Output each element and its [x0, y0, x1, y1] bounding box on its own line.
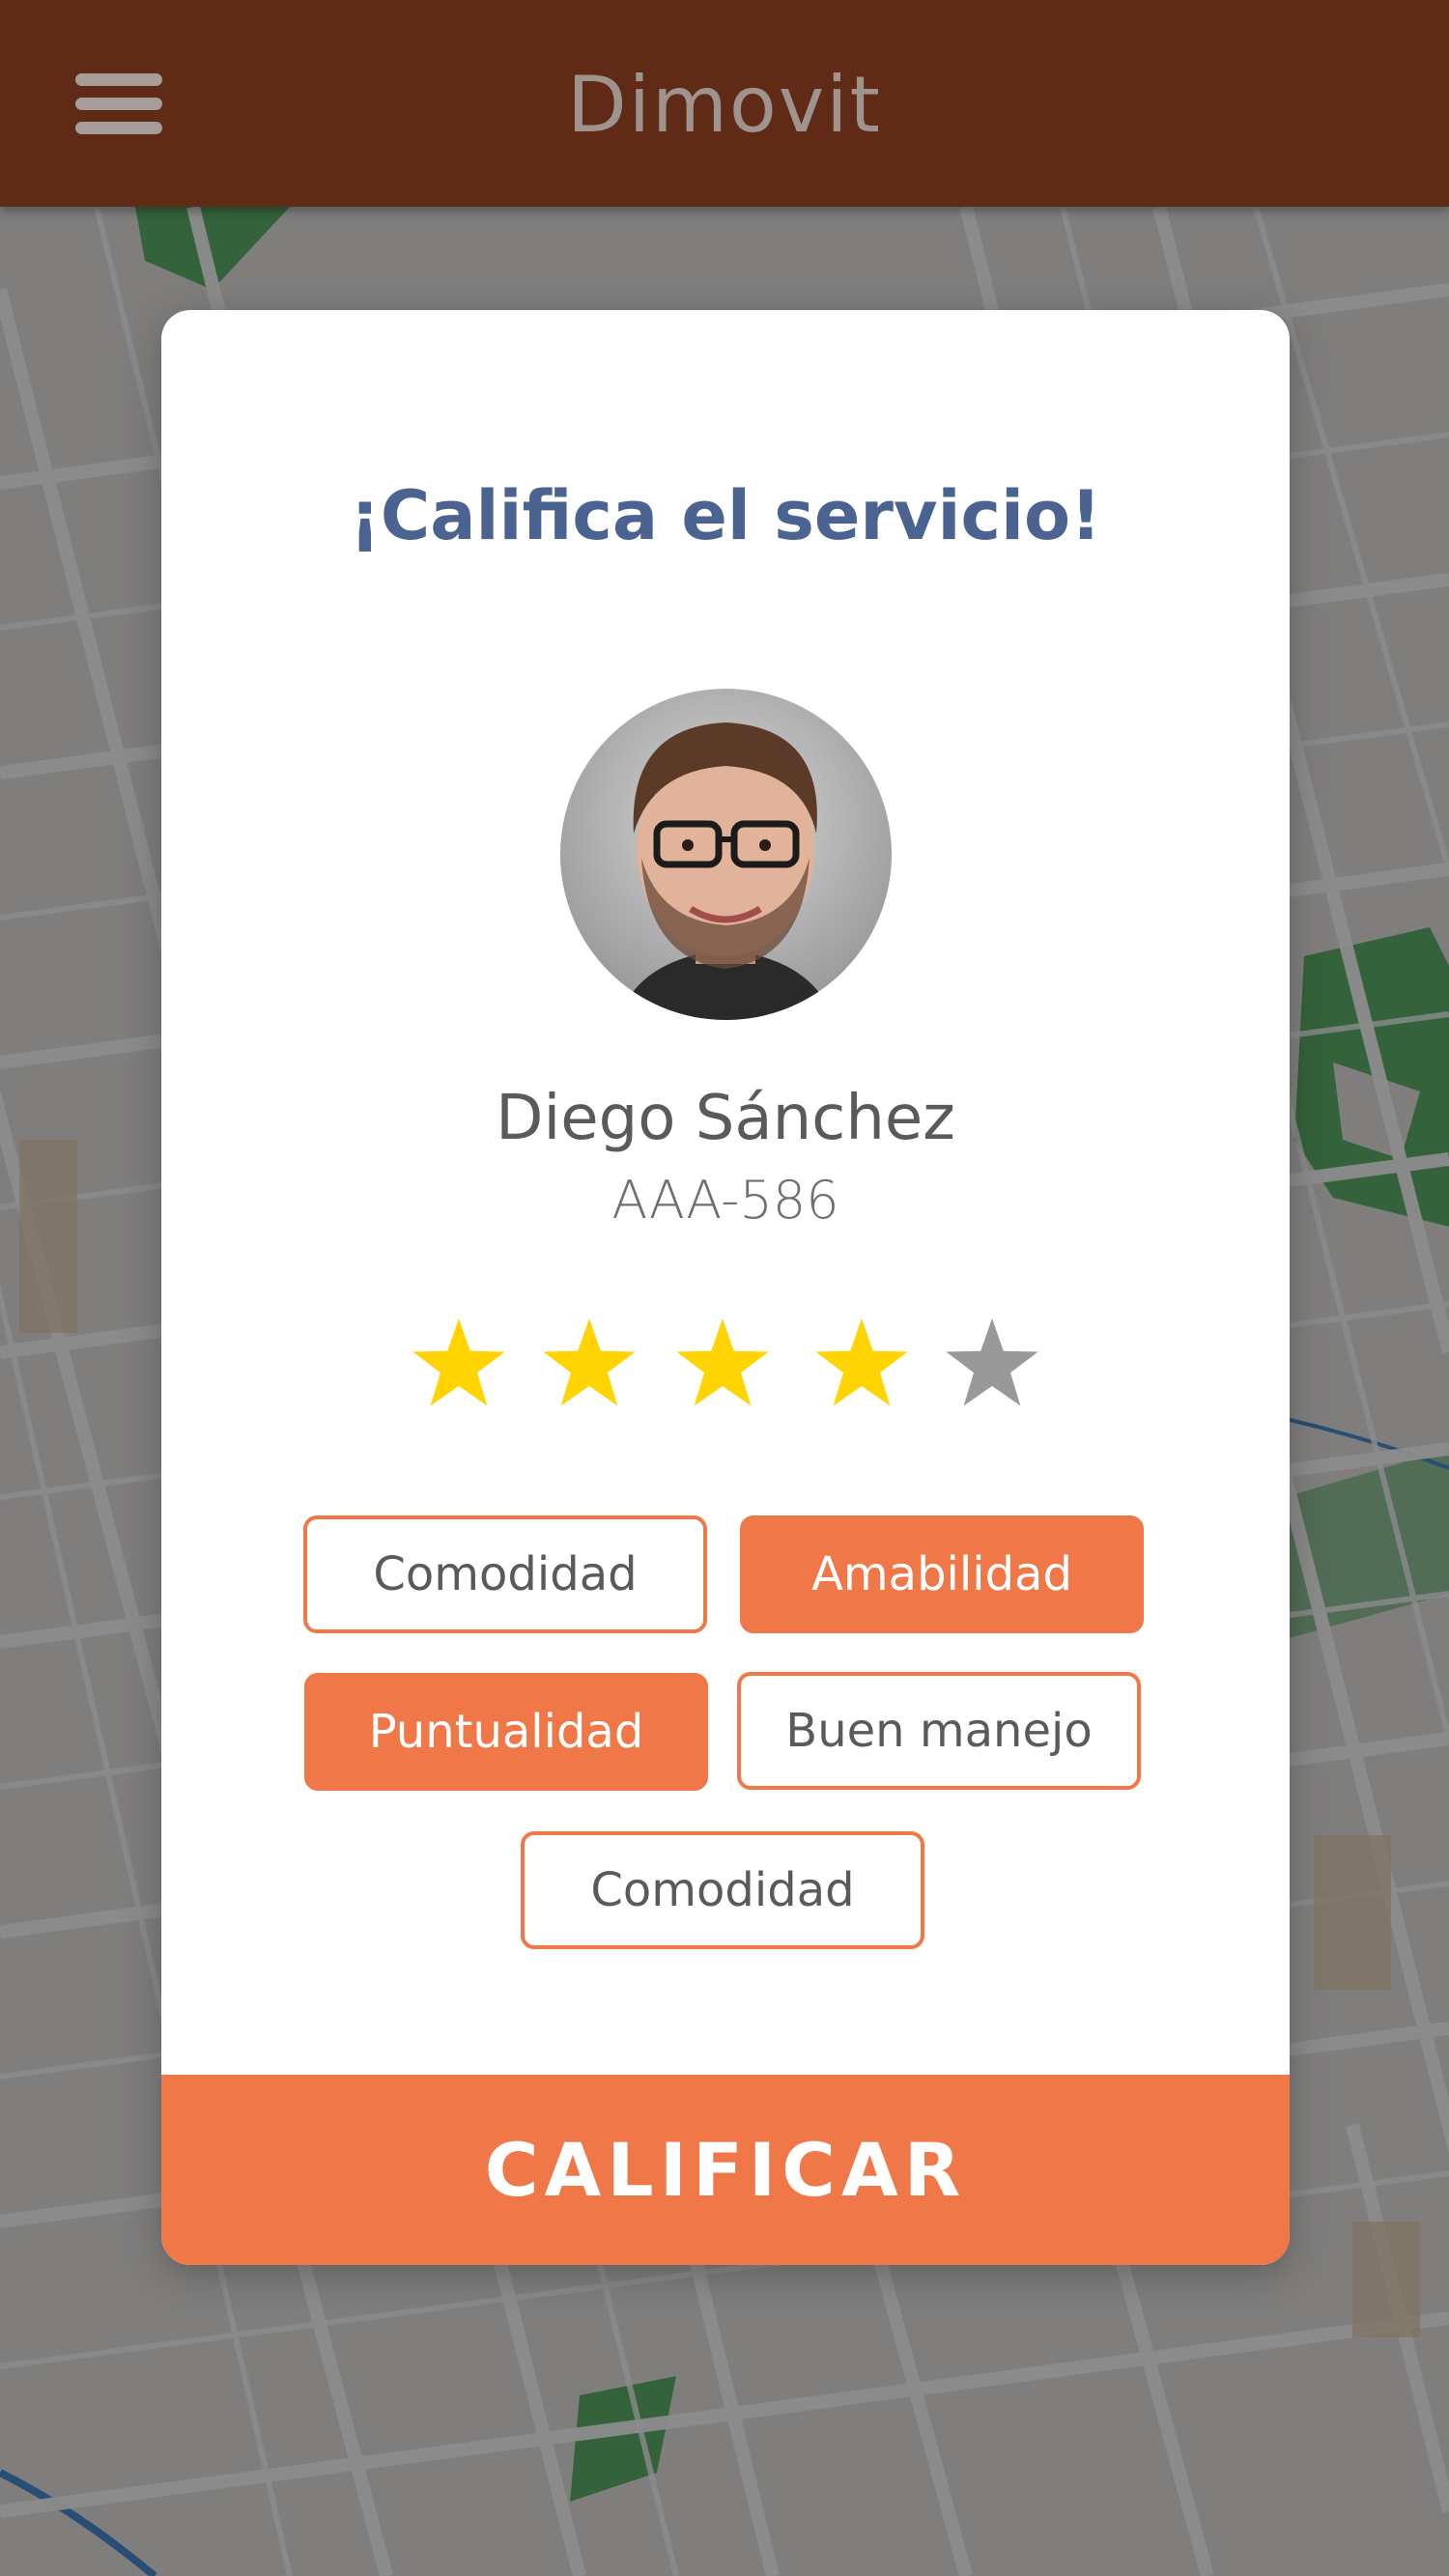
tag-chip-comodidad-2[interactable]: Comodidad: [521, 1831, 924, 1949]
app-screen: Dimovit ¡Califica el servicio! Diego Sán…: [0, 0, 1449, 2576]
driver-avatar: [560, 689, 892, 1020]
tag-chip-comodidad[interactable]: Comodidad: [303, 1515, 707, 1633]
tag-chip-buen-manejo[interactable]: Buen manejo: [737, 1672, 1141, 1790]
star-filled-icon[interactable]: [409, 1315, 509, 1415]
star-filled-icon[interactable]: [811, 1315, 912, 1415]
driver-name: Diego Sánchez: [496, 1083, 955, 1154]
app-bar: Dimovit: [0, 0, 1449, 207]
app-title: Dimovit: [567, 60, 882, 150]
vehicle-plate: AAA-586: [611, 1170, 839, 1231]
star-empty-icon[interactable]: [942, 1315, 1042, 1415]
star-rating: [161, 1315, 1290, 1430]
star-filled-icon[interactable]: [672, 1315, 773, 1415]
tag-chip-amabilidad[interactable]: Amabilidad: [740, 1515, 1144, 1633]
rating-dialog: ¡Califica el servicio! Diego Sánchez AAA…: [161, 310, 1290, 2265]
star-filled-icon[interactable]: [539, 1315, 639, 1415]
tag-chip-puntualidad[interactable]: Puntualidad: [304, 1673, 708, 1791]
submit-rating-button[interactable]: CALIFICAR: [161, 2075, 1290, 2265]
dialog-title: ¡Califica el servicio!: [349, 476, 1102, 555]
